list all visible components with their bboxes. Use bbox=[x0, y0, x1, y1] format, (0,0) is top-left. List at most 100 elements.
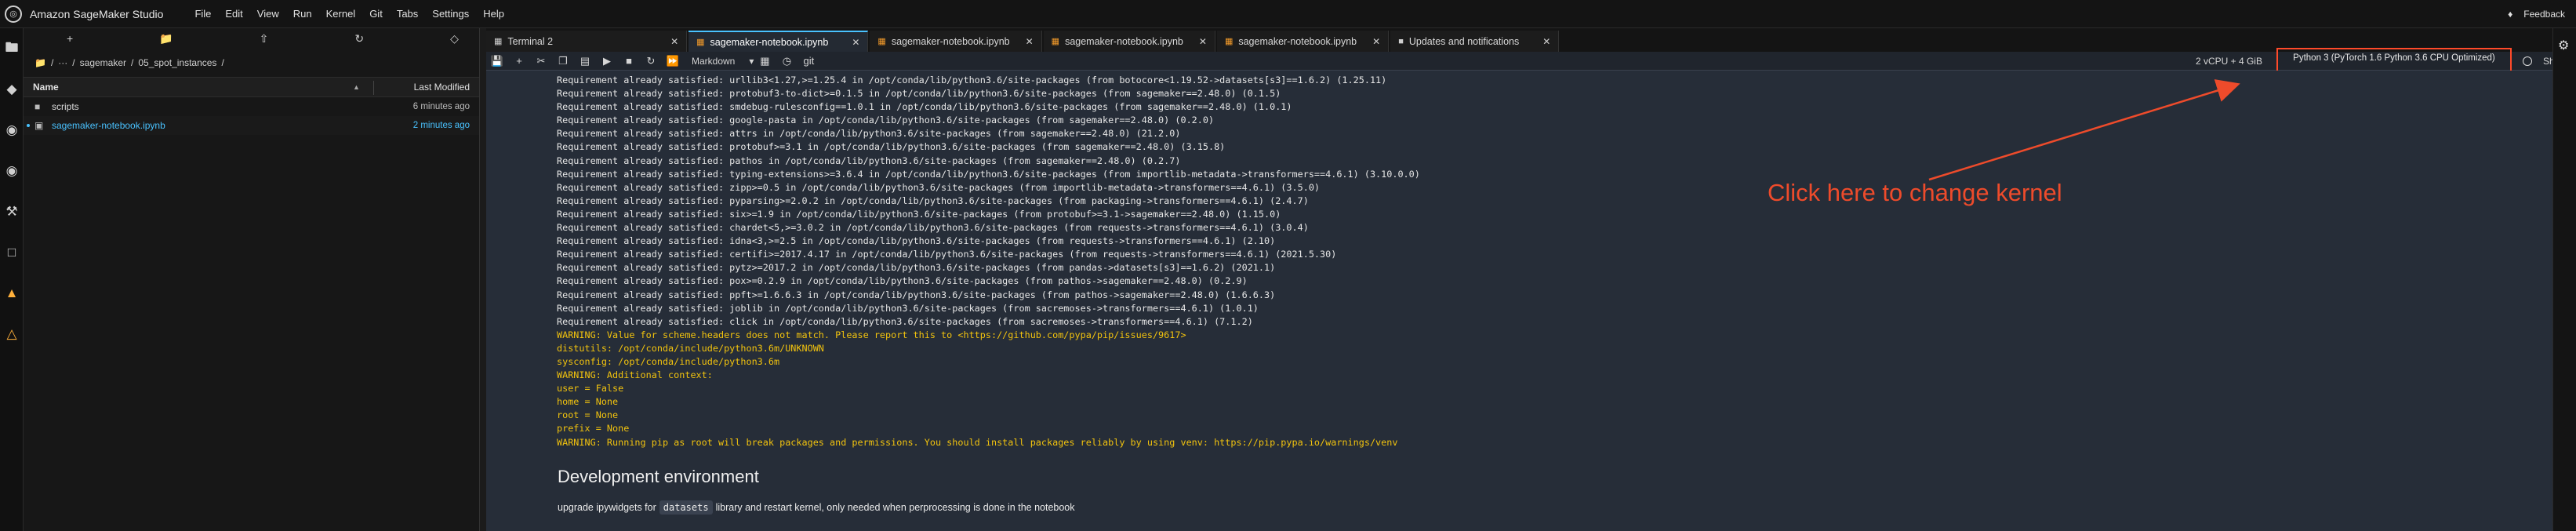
gear-icon[interactable]: ⚙ bbox=[2558, 38, 2569, 53]
inline-code: datasets bbox=[659, 500, 713, 515]
output-line: Requirement already satisfied: google-pa… bbox=[557, 115, 1215, 126]
cell-output: Requirement already satisfied: urllib3<1… bbox=[557, 74, 1420, 449]
file-modified: 2 minutes ago bbox=[412, 121, 470, 130]
save-icon[interactable]: 💾 bbox=[486, 55, 508, 67]
file-browser-toolbar: + 📁 ⇧ ↻ ◇ bbox=[24, 28, 479, 49]
breadcrumb: 📁 / ··· / sagemaker / 05_spot_instances … bbox=[24, 49, 479, 77]
property-inspector-icon[interactable]: ⚒ bbox=[0, 191, 24, 232]
run-icon[interactable]: ▶ bbox=[596, 55, 618, 67]
cut-icon[interactable]: ✂ bbox=[530, 55, 552, 67]
output-line: Requirement already satisfied: certifi>=… bbox=[557, 249, 1337, 260]
close-icon[interactable]: ✕ bbox=[1199, 36, 1207, 47]
new-launcher-icon[interactable]: + bbox=[67, 32, 73, 45]
breadcrumb-spot-instances[interactable]: 05_spot_instances bbox=[138, 57, 216, 68]
menu-file[interactable]: File bbox=[194, 8, 211, 20]
git-clone-icon[interactable]: ◇ bbox=[450, 32, 459, 45]
breadcrumb-ellipsis[interactable]: ··· bbox=[58, 57, 67, 68]
output-line: Requirement already satisfied: smdebug-r… bbox=[557, 101, 1292, 113]
paragraph-text-before: upgrade ipywidgets for bbox=[558, 502, 656, 513]
refresh-icon[interactable]: ↻ bbox=[354, 32, 364, 45]
close-icon[interactable]: ✕ bbox=[1542, 36, 1550, 47]
sort-ascending-icon[interactable]: ▲ bbox=[353, 83, 360, 91]
file-modified: 6 minutes ago bbox=[412, 102, 470, 111]
close-icon[interactable]: ✕ bbox=[1372, 36, 1380, 47]
notebook-toolbar-right: 2 vCPU + 4 GiB Python 3 (PyTorch 1.6 Pyt… bbox=[2196, 48, 2576, 114]
output-line: root = None bbox=[557, 409, 619, 421]
folder-icon: 📁 bbox=[35, 57, 46, 68]
feedback-link[interactable]: Feedback bbox=[2523, 9, 2565, 20]
close-icon[interactable]: ✕ bbox=[852, 37, 859, 48]
menu-kernel[interactable]: Kernel bbox=[326, 8, 356, 20]
close-icon[interactable]: ✕ bbox=[670, 36, 678, 47]
breadcrumb-sagemaker[interactable]: sagemaker bbox=[80, 57, 126, 68]
output-line: Requirement already satisfied: click in … bbox=[557, 315, 1253, 327]
stop-icon[interactable]: ■ bbox=[618, 55, 640, 67]
clock-icon[interactable]: ◷ bbox=[776, 55, 798, 67]
menu-run[interactable]: Run bbox=[293, 8, 312, 20]
menu-bar-right: ♦ Feedback bbox=[2508, 0, 2565, 28]
fast-forward-icon[interactable]: ⏩ bbox=[662, 55, 684, 67]
output-line: Requirement already satisfied: joblib in… bbox=[557, 302, 1259, 314]
file-browser-icon[interactable]: 🖿 bbox=[0, 28, 24, 69]
paste-icon[interactable]: ▤ bbox=[574, 55, 596, 67]
tab-notebook[interactable]: ▦ sagemaker-notebook.ipynb ✕ bbox=[1043, 31, 1215, 52]
upload-icon[interactable]: ⇧ bbox=[260, 32, 269, 45]
terminal-icon: ▦ bbox=[494, 37, 503, 46]
running-indicator-icon bbox=[27, 124, 30, 127]
breadcrumb-root[interactable]: / bbox=[51, 57, 53, 68]
output-line: WARNING: Value for scheme.headers does n… bbox=[557, 329, 1186, 340]
left-sidebar-rail: 🖿 ◆ ◉ ◉ ⚒ □ ▲ △ bbox=[0, 28, 24, 531]
menu-tabs[interactable]: Tabs bbox=[397, 8, 418, 20]
experiments-icon[interactable]: △ bbox=[0, 314, 24, 355]
notebook-icon: ▦ bbox=[877, 37, 886, 46]
file-list-header: Name ▲ Last Modified bbox=[24, 77, 479, 97]
terminal-icon[interactable]: ▦ bbox=[754, 55, 776, 67]
git-icon[interactable]: ◆ bbox=[0, 69, 24, 110]
folder-icon: ■ bbox=[35, 101, 41, 112]
menu-edit[interactable]: Edit bbox=[225, 8, 242, 20]
insert-cell-icon[interactable]: + bbox=[508, 55, 530, 67]
cell-type-value: Markdown bbox=[692, 55, 736, 67]
notification-bell-icon[interactable]: ♦ bbox=[2508, 9, 2512, 20]
breadcrumb-sep: / bbox=[72, 57, 75, 68]
output-line: Requirement already satisfied: zipp>=0.5… bbox=[557, 181, 1321, 193]
close-icon[interactable]: ✕ bbox=[1026, 36, 1034, 47]
tab-terminal-2[interactable]: ▦ Terminal 2 ✕ bbox=[486, 31, 688, 52]
instance-resources[interactable]: 2 vCPU + 4 GiB bbox=[2196, 56, 2262, 67]
column-header-name[interactable]: Name bbox=[33, 82, 59, 93]
tabs-icon[interactable]: □ bbox=[0, 232, 24, 273]
running-terminals-icon[interactable]: ◉ bbox=[0, 110, 24, 151]
file-name: sagemaker-notebook.ipynb bbox=[52, 120, 165, 131]
output-line: Requirement already satisfied: pathos in… bbox=[557, 155, 1181, 166]
notebook-content[interactable]: Requirement already satisfied: urllib3<1… bbox=[486, 71, 2576, 531]
copy-icon[interactable]: ❐ bbox=[552, 55, 574, 67]
palette-icon[interactable]: ◉ bbox=[0, 151, 24, 191]
sagemaker-components-icon[interactable]: ▲ bbox=[0, 273, 24, 314]
column-divider[interactable] bbox=[373, 81, 374, 95]
column-header-modified[interactable]: Last Modified bbox=[414, 82, 470, 93]
output-line: Requirement already satisfied: protobuf>… bbox=[557, 141, 1226, 153]
file-list-item[interactable]: ■ scripts 6 minutes ago bbox=[24, 97, 479, 116]
output-line: distutils: /opt/conda/include/python3.6m… bbox=[557, 342, 824, 354]
menu-git[interactable]: Git bbox=[369, 8, 383, 20]
tab-notebook[interactable]: ▦ sagemaker-notebook.ipynb ✕ bbox=[870, 31, 1042, 52]
output-line: Requirement already satisfied: ppft>=1.6… bbox=[557, 289, 1276, 300]
output-line: Requirement already satisfied: pytz>=201… bbox=[557, 262, 1276, 274]
output-line: Requirement already satisfied: attrs in … bbox=[557, 128, 1181, 140]
restart-icon[interactable]: ↻ bbox=[640, 55, 662, 67]
tab-updates-notifications[interactable]: ■ Updates and notifications ✕ bbox=[1390, 31, 1560, 52]
menu-view[interactable]: View bbox=[257, 8, 279, 20]
cell-type-select[interactable]: Markdown ▾ bbox=[692, 56, 754, 67]
git-button[interactable]: git bbox=[798, 55, 819, 67]
output-line: Requirement already satisfied: urllib3<1… bbox=[557, 75, 1387, 85]
menu-help[interactable]: Help bbox=[483, 8, 504, 20]
menu-bar: ◎ Amazon SageMaker Studio File Edit View… bbox=[0, 0, 2576, 28]
new-folder-icon[interactable]: 📁 bbox=[159, 32, 173, 45]
tab-notebook[interactable]: ▦ sagemaker-notebook.ipynb ✕ bbox=[1216, 31, 1390, 52]
notebook-icon: ▦ bbox=[1224, 37, 1234, 46]
menu-settings[interactable]: Settings bbox=[432, 8, 469, 20]
file-list-item[interactable]: ▣ sagemaker-notebook.ipynb 2 minutes ago bbox=[24, 116, 479, 135]
output-line: Requirement already satisfied: protobuf3… bbox=[557, 88, 1281, 100]
tab-notebook-active[interactable]: ▦ sagemaker-notebook.ipynb ✕ bbox=[689, 31, 869, 52]
breadcrumb-sep: / bbox=[221, 57, 224, 68]
